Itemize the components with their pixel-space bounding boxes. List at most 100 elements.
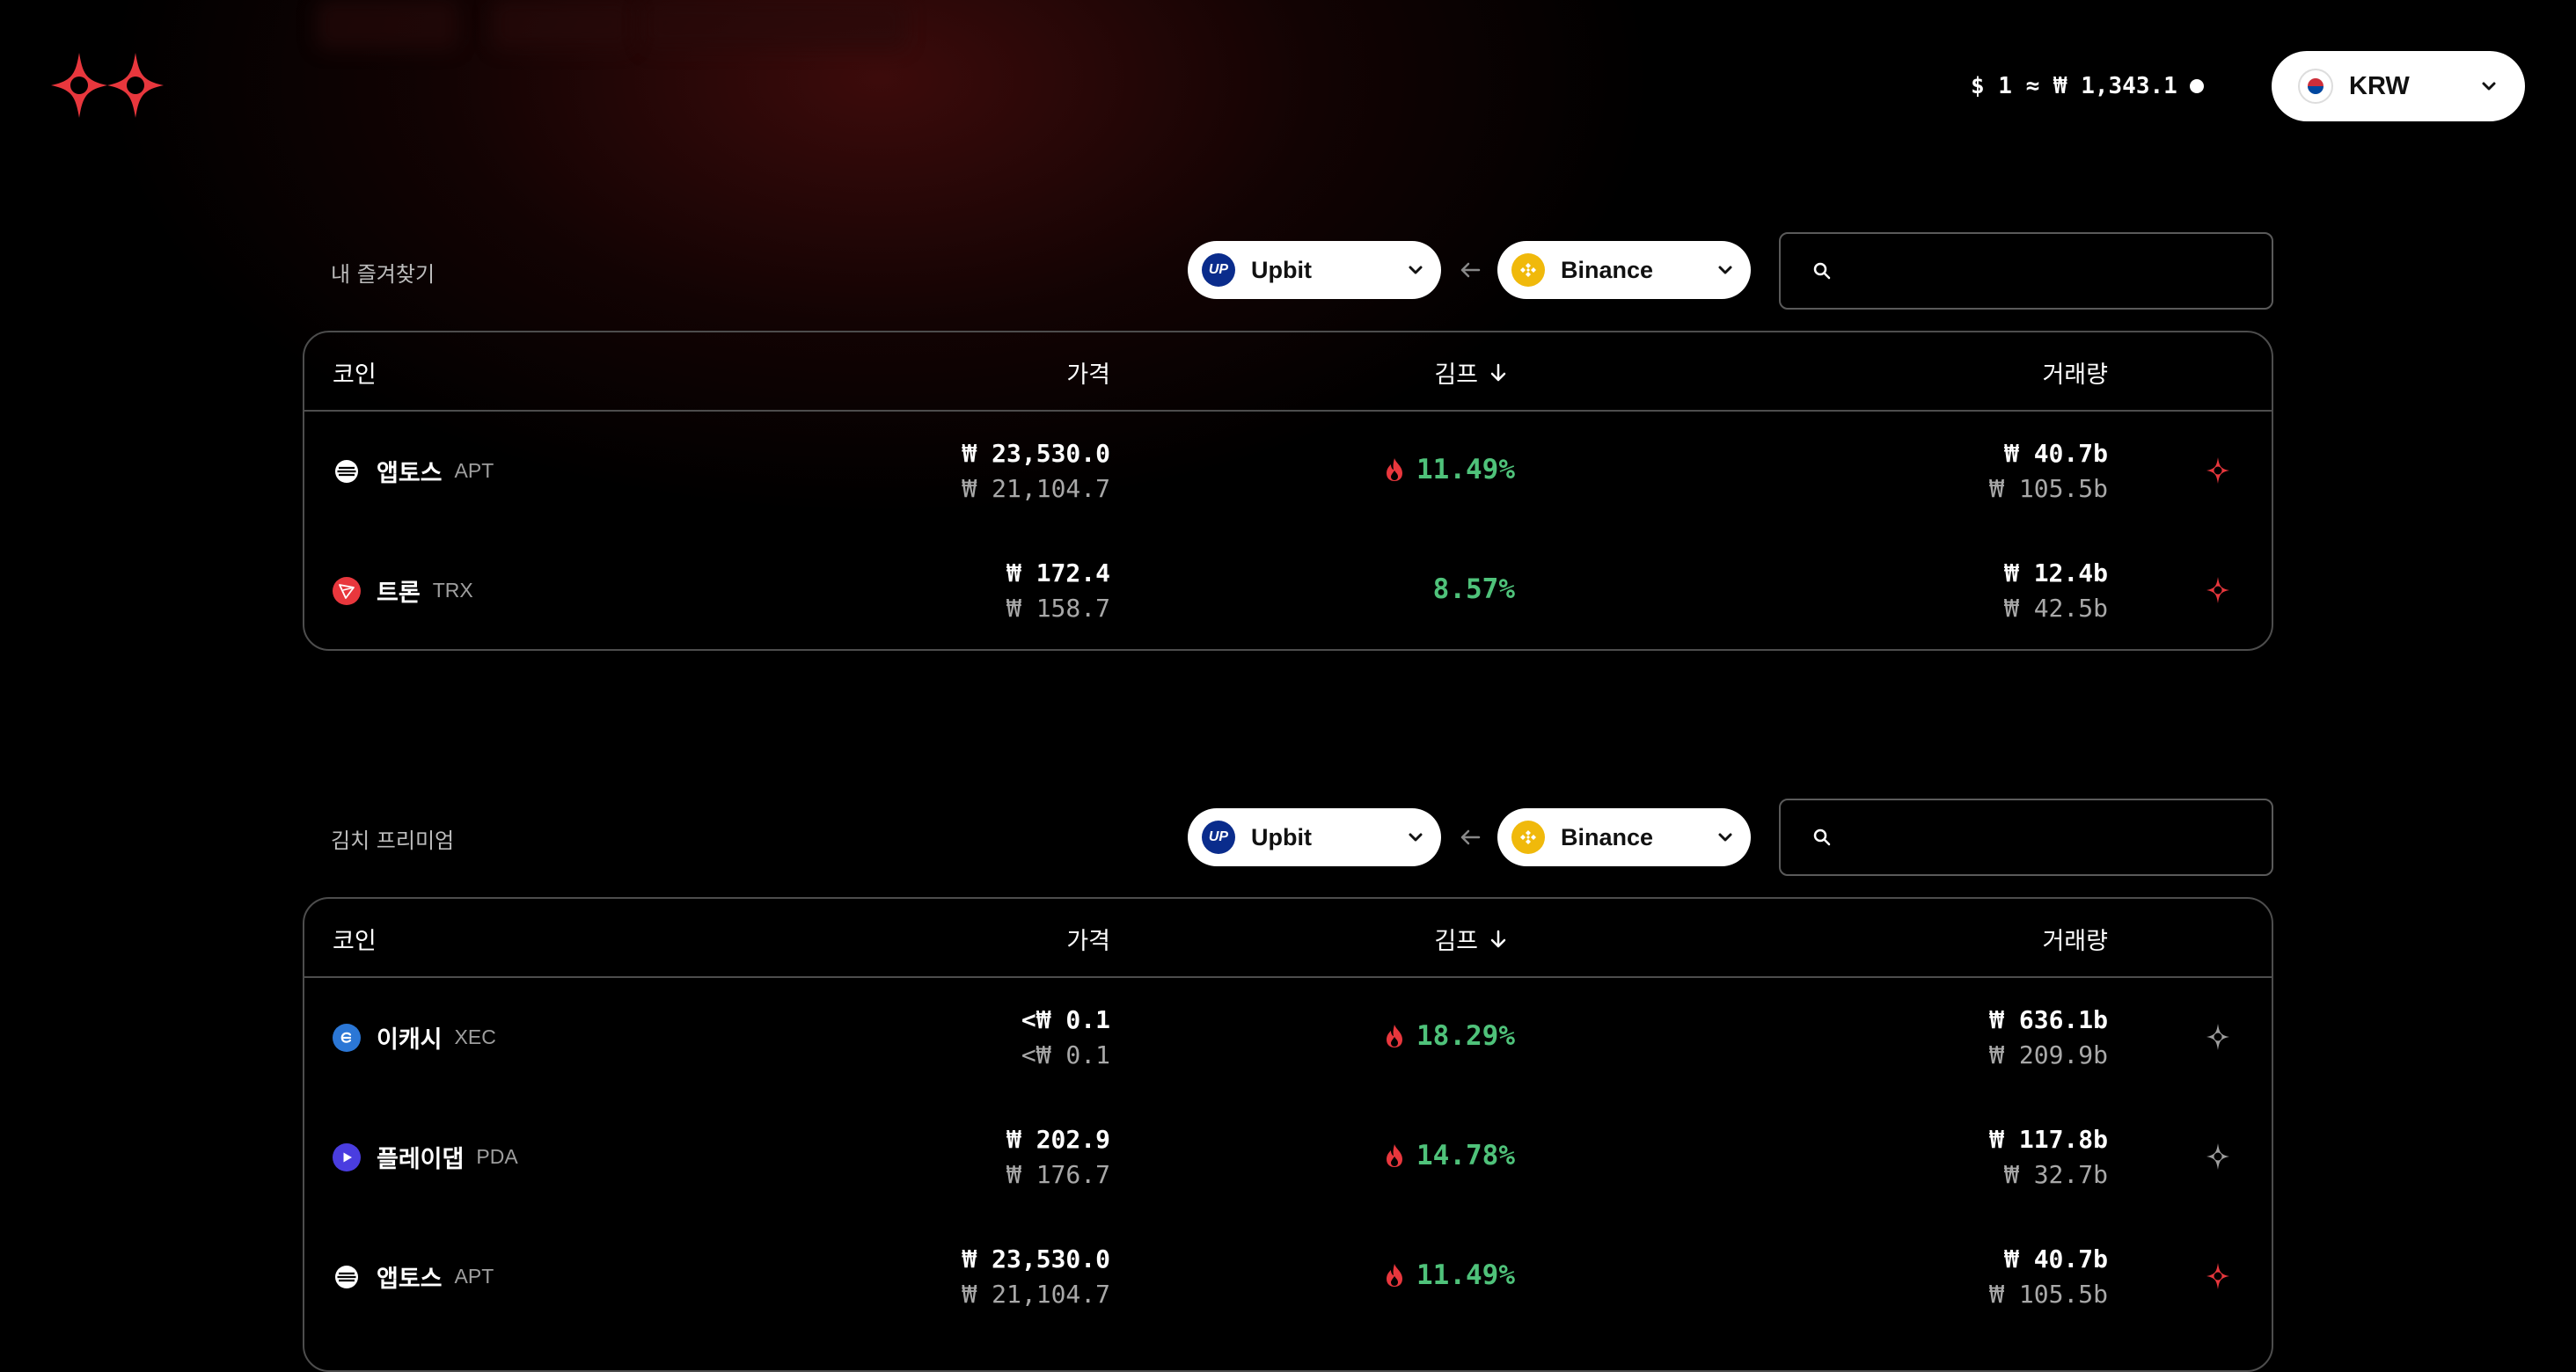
volume-binance: ₩ 32.7b [2003, 1160, 2108, 1189]
currency-label: KRW [2349, 71, 2410, 100]
arrow-left-icon [1460, 262, 1481, 278]
column-price[interactable]: 가격 [1066, 922, 1110, 956]
kimp-value: 14.78% [1416, 1140, 1515, 1171]
favorite-star-icon[interactable] [2205, 1022, 2231, 1052]
search-icon [1813, 262, 1831, 280]
kimchi-search-field[interactable] [1779, 799, 2273, 876]
blurred-nav-item [493, 0, 633, 49]
column-volume[interactable]: 거래량 [2042, 922, 2108, 956]
volume-cell: ₩ 117.8b ₩ 32.7b [1989, 1122, 2108, 1193]
currency-selector[interactable]: KRW [2272, 51, 2525, 121]
volume-upbit: ₩ 636.1b [1989, 1005, 2108, 1034]
price-binance: ₩ 158.7 [1006, 594, 1110, 623]
price-upbit: ₩ 172.4 [1006, 558, 1110, 587]
column-kimp-label: 김프 [1434, 928, 1478, 955]
coin-symbol: APT [454, 459, 494, 482]
target-exchange-select[interactable]: UP Upbit [1188, 808, 1441, 866]
kimp-cell: 14.78% [1385, 1140, 1515, 1171]
kimp-value: 11.49% [1416, 1259, 1515, 1291]
coin-cell: 앱토스 APT [333, 1259, 494, 1294]
chevron-down-icon [1718, 266, 1732, 274]
table-row[interactable]: 앱토스 APT ₩ 23,530.0 ₩ 21,104.7 11.49% ₩ 4… [304, 412, 2272, 531]
kimp-value: 8.57% [1432, 573, 1515, 605]
price-binance: ₩ 21,104.7 [962, 1280, 1110, 1309]
column-coin[interactable]: 코인 [333, 922, 377, 956]
coin-name: 플레이댑 [377, 1146, 465, 1173]
kimp-cell: 11.49% [1385, 454, 1515, 485]
volume-upbit: ₩ 40.7b [2003, 439, 2108, 468]
favorites-search-field[interactable] [1779, 232, 2273, 310]
aptos-icon [333, 457, 361, 485]
table-row[interactable]: 플레이댑 PDA ₩ 202.9 ₩ 176.7 14.78% ₩ 117.8b… [304, 1098, 2272, 1217]
price-cell: ₩ 23,530.0 ₩ 21,104.7 [962, 436, 1110, 507]
volume-cell: ₩ 40.7b ₩ 105.5b [1989, 436, 2108, 507]
coin-name: 앱토스 [377, 1266, 443, 1293]
upbit-icon: UP [1202, 821, 1235, 854]
kimchi-search-input[interactable] [1849, 822, 2240, 852]
table-header: 코인 가격 김프 거래량 [304, 899, 2272, 978]
exchange-rate-text: $ 1 ≈ ₩ 1,343.1 [1971, 73, 2177, 99]
column-volume[interactable]: 거래량 [2042, 355, 2108, 390]
binance-icon [1511, 821, 1545, 854]
volume-cell: ₩ 636.1b ₩ 209.9b [1989, 1003, 2108, 1073]
volume-upbit: ₩ 117.8b [1989, 1125, 2108, 1154]
price-upbit: ₩ 23,530.0 [962, 439, 1110, 468]
coin-cell: 트론 TRX [333, 573, 473, 608]
column-kimp-label: 김프 [1434, 361, 1478, 389]
chevron-down-icon [1718, 833, 1732, 842]
table-row[interactable]: 앱토스 APT ₩ 23,530.0 ₩ 21,104.7 11.49% ₩ 4… [304, 1217, 2272, 1337]
volume-cell: ₩ 40.7b ₩ 105.5b [1989, 1242, 2108, 1312]
coin-symbol: PDA [476, 1145, 518, 1168]
kimp-cell: 8.57% [1433, 573, 1515, 605]
price-upbit: ₩ 202.9 [1006, 1125, 1110, 1154]
volume-binance: ₩ 42.5b [2003, 594, 2108, 623]
column-price[interactable]: 가격 [1066, 355, 1110, 390]
coin-name: 트론 [377, 580, 421, 607]
exchange-rate: $ 1 ≈ ₩ 1,343.1 [1971, 65, 2204, 107]
aptos-icon [333, 1263, 361, 1291]
kimchi-premium-title: 김치 프리미엄 [331, 828, 455, 853]
favorite-star-icon[interactable] [2205, 575, 2231, 605]
kimp-cell: 18.29% [1385, 1020, 1515, 1052]
column-kimp[interactable]: 김프 [1434, 355, 1510, 390]
favorites-search-input[interactable] [1849, 256, 2240, 286]
fire-icon [1387, 458, 1403, 481]
volume-cell: ₩ 12.4b ₩ 42.5b [2004, 556, 2108, 626]
chevron-down-icon [2482, 82, 2496, 91]
favorite-star-icon[interactable] [2205, 1142, 2231, 1171]
fire-icon [1387, 1025, 1403, 1047]
table-row[interactable]: 이캐시 XEC <₩ 0.1 <₩ 0.1 18.29% ₩ 636.1b ₩ … [304, 978, 2272, 1098]
binance-icon [1511, 253, 1545, 287]
target-exchange-select[interactable]: UP Upbit [1188, 241, 1441, 299]
fire-icon [1387, 1144, 1403, 1167]
logo-icon[interactable] [51, 53, 164, 118]
table-row[interactable]: 트론 TRX ₩ 172.4 ₩ 158.7 8.57% ₩ 12.4b ₩ 4… [304, 531, 2272, 649]
coin-symbol: XEC [454, 1025, 496, 1048]
fire-icon [1387, 1264, 1403, 1287]
favorite-star-icon[interactable] [2205, 456, 2231, 485]
favorite-star-icon[interactable] [2205, 1261, 2231, 1291]
source-exchange-label: Binance [1561, 823, 1654, 850]
volume-upbit: ₩ 12.4b [2003, 558, 2108, 587]
volume-binance: ₩ 105.5b [1989, 474, 2108, 503]
target-exchange-label: Upbit [1251, 823, 1312, 850]
source-exchange-select[interactable]: Binance [1497, 241, 1751, 299]
coin-name: 이캐시 [377, 1026, 443, 1054]
source-exchange-select[interactable]: Binance [1497, 808, 1751, 866]
tron-icon [333, 576, 361, 605]
coin-cell: 이캐시 XEC [333, 1020, 496, 1055]
price-cell: ₩ 202.9 ₩ 176.7 [1006, 1122, 1110, 1193]
column-coin[interactable]: 코인 [333, 355, 377, 390]
playdapp-icon [333, 1142, 361, 1171]
volume-binance: ₩ 209.9b [1989, 1040, 2108, 1069]
upbit-icon: UP [1202, 253, 1235, 287]
volume-upbit: ₩ 40.7b [2003, 1244, 2108, 1273]
source-exchange-label: Binance [1561, 256, 1654, 283]
target-exchange-label: Upbit [1251, 256, 1312, 283]
arrow-left-icon [1460, 829, 1481, 845]
column-kimp[interactable]: 김프 [1434, 922, 1510, 956]
kimp-value: 11.49% [1416, 454, 1515, 485]
search-icon [1813, 828, 1831, 846]
price-cell: ₩ 172.4 ₩ 158.7 [1006, 556, 1110, 626]
table-header: 코인 가격 김프 거래량 [304, 332, 2272, 412]
